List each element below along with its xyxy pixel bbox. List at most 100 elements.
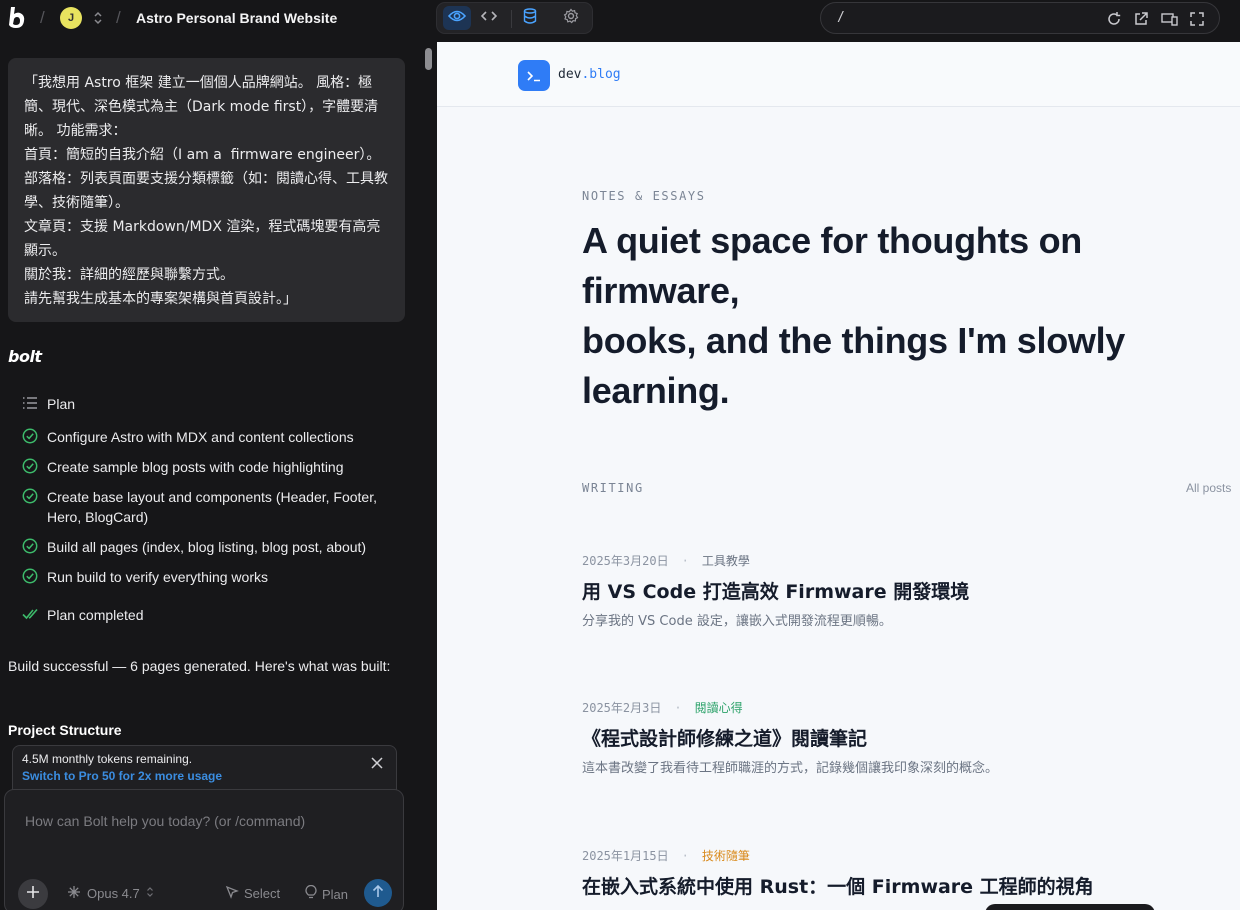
eye-icon <box>447 9 467 28</box>
logo-suffix: .blog <box>581 67 621 82</box>
check-circle-icon <box>22 538 38 554</box>
chat-scrollbar-thumb[interactable] <box>425 48 432 70</box>
database-icon <box>523 7 537 29</box>
chat-panel: 「我想用 Astro 框架 建立一個個人品牌網站。 風格：極 簡、現代、深色模式… <box>0 36 414 910</box>
hero-heading: A quiet space for thoughts on firmware, … <box>582 220 1126 411</box>
breadcrumb-separator: / <box>116 8 121 27</box>
token-remaining: 4.5M monthly tokens remaining. <box>22 752 193 766</box>
close-icon[interactable] <box>370 756 384 770</box>
arrow-up-icon <box>372 884 384 903</box>
select-label: Select <box>244 886 281 901</box>
site-logo-text[interactable]: dev.blog <box>558 67 621 83</box>
project-title[interactable]: Astro Personal Brand Website <box>136 10 337 26</box>
double-check-icon <box>22 606 38 622</box>
plan-mode-button[interactable]: Plan <box>305 884 349 904</box>
model-selector[interactable]: Opus 4.7 <box>67 885 154 903</box>
message-composer[interactable]: How can Bolt help you today? (or /comman… <box>4 789 404 910</box>
plan-step: Create base layout and components (Heade… <box>22 487 397 527</box>
preview-tab[interactable] <box>443 6 471 30</box>
toolbar-divider <box>511 10 512 28</box>
select-element-button[interactable]: Select <box>225 885 280 903</box>
external-link-icon[interactable] <box>1133 11 1149 27</box>
chat-scrollbar[interactable] <box>421 36 436 910</box>
check-circle-icon <box>22 488 38 504</box>
post-card[interactable]: 2025年1月15日 · 技術隨筆 在嵌入式系統中使用 Rust：一個 Firm… <box>582 849 1222 899</box>
plan-header[interactable]: Plan <box>22 394 397 414</box>
avatar[interactable]: J <box>60 7 82 29</box>
gear-icon <box>563 8 579 29</box>
post-title[interactable]: 在嵌入式系統中使用 Rust：一個 Firmware 工程師的視角 <box>582 875 1222 899</box>
assistant-summary: Build successful — 6 pages generated. He… <box>8 658 391 674</box>
plan-step-text: Build all pages (index, blog listing, bl… <box>47 539 367 555</box>
plan-step-text: Run build to verify everything works <box>47 569 268 585</box>
floating-toolbar[interactable] <box>985 904 1155 910</box>
plan-step: Build all pages (index, blog listing, bl… <box>22 537 397 557</box>
code-tab[interactable] <box>475 6 503 30</box>
plan-step-text: Create base layout and components (Heade… <box>47 489 377 525</box>
code-icon <box>480 9 498 27</box>
assistant-name: bolt <box>8 347 42 366</box>
user-message-text: 「我想用 Astro 框架 建立一個個人品牌網站。 風格：極 簡、現代、深色模式… <box>24 75 388 307</box>
post-meta: 2025年2月3日 · 閱讀心得 <box>582 701 1222 715</box>
sparkle-icon <box>67 885 81 903</box>
reload-icon[interactable] <box>1106 11 1122 27</box>
post-description: 分享我的 VS Code 設定，讓嵌入式開發流程更順暢。 <box>582 614 892 629</box>
send-button[interactable] <box>364 879 392 907</box>
meta-separator: · <box>674 701 682 715</box>
post-tag[interactable]: 工具教學 <box>702 554 750 568</box>
lightbulb-icon <box>305 884 317 904</box>
composer-placeholder[interactable]: How can Bolt help you today? (or /comman… <box>25 813 305 829</box>
post-description: 這本書改變了我看待工程師職涯的方式，記錄幾個讓我印象深刻的概念。 <box>582 761 999 776</box>
cursor-select-icon <box>225 885 239 903</box>
database-tab[interactable] <box>516 6 544 30</box>
plan-step: Configure Astro with MDX and content col… <box>22 427 397 447</box>
check-circle-icon <box>22 428 38 444</box>
preview-url-bar[interactable]: / <box>820 2 1220 34</box>
plan-step: Run build to verify everything works <box>22 567 397 587</box>
plan-step-text: Create sample blog posts with code highl… <box>47 459 344 475</box>
post-tag[interactable]: 技術隨筆 <box>702 849 750 863</box>
post-tag[interactable]: 閱讀心得 <box>695 701 743 715</box>
add-attachment-button[interactable] <box>18 879 48 909</box>
all-posts-link[interactable]: All posts <box>1186 481 1231 495</box>
plan-mode-label: Plan <box>322 886 349 902</box>
post-title[interactable]: 用 VS Code 打造高效 Firmware 開發環境 <box>582 580 1222 604</box>
token-notice: 4.5M monthly tokens remaining. Switch to… <box>12 745 397 791</box>
list-icon <box>22 395 38 411</box>
device-toggle-icon[interactable] <box>1161 11 1178 27</box>
plan-step-text: Configure Astro with MDX and content col… <box>47 429 354 445</box>
meta-separator: · <box>681 554 689 568</box>
check-circle-icon <box>22 458 38 474</box>
top-bar: / J / Astro Personal Brand Website / <box>0 0 1240 36</box>
fullscreen-icon[interactable] <box>1189 11 1205 27</box>
plan-completed-text: Plan completed <box>47 607 144 623</box>
post-meta: 2025年1月15日 · 技術隨筆 <box>582 849 1222 863</box>
post-card[interactable]: 2025年3月20日 · 工具教學 用 VS Code 打造高效 Firmwar… <box>582 554 1222 630</box>
meta-separator: · <box>681 849 689 863</box>
chevron-updown-icon <box>146 886 154 902</box>
post-date: 2025年2月3日 <box>582 701 662 715</box>
view-toolbar <box>436 2 593 34</box>
plan-step: Create sample blog posts with code highl… <box>22 457 397 477</box>
breadcrumb-separator: / <box>40 8 45 27</box>
plan-label: Plan <box>47 396 76 412</box>
post-card[interactable]: 2025年2月3日 · 閱讀心得 《程式設計師修練之道》閱讀筆記 這本書改變了我… <box>582 701 1222 777</box>
settings-tab[interactable] <box>557 6 585 30</box>
logo-prefix: dev <box>558 67 582 82</box>
post-date: 2025年3月20日 <box>582 554 669 568</box>
user-message: 「我想用 Astro 框架 建立一個個人品牌網站。 風格：極 簡、現代、深色模式… <box>8 58 405 322</box>
post-date: 2025年1月15日 <box>582 849 669 863</box>
check-circle-icon <box>22 568 38 584</box>
site-preview: dev.blog NOTES & ESSAYS A quiet space fo… <box>437 42 1240 910</box>
site-header: dev.blog <box>437 42 1240 107</box>
site-logo-icon[interactable] <box>518 60 550 91</box>
upgrade-link[interactable]: Switch to Pro 50 for 2x more usage <box>22 769 222 783</box>
hero-kicker: NOTES & ESSAYS <box>582 189 706 203</box>
bolt-logo-icon[interactable] <box>6 6 28 30</box>
post-title[interactable]: 《程式設計師修練之道》閱讀筆記 <box>582 727 1222 751</box>
plus-icon <box>26 885 40 904</box>
writing-section-label: WRITING <box>582 481 644 495</box>
url-path[interactable]: / <box>837 11 845 25</box>
model-name: Opus 4.7 <box>87 886 140 901</box>
chevron-updown-icon[interactable] <box>92 9 104 27</box>
